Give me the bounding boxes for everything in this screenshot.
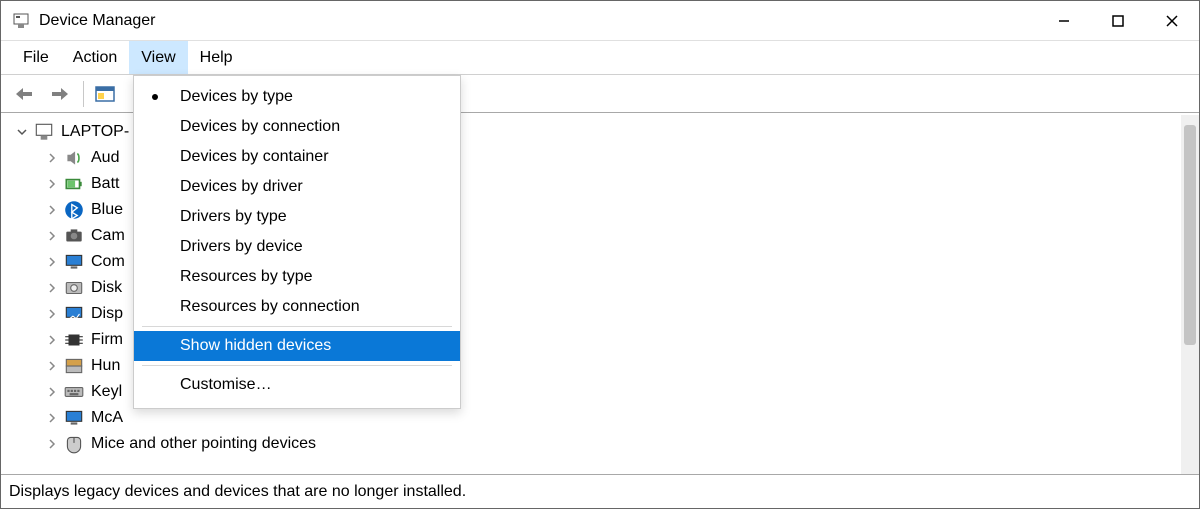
menu-item-label: Resources by type <box>180 268 313 286</box>
chevron-right-icon[interactable] <box>43 305 61 323</box>
tree-item-label: McA <box>91 409 123 427</box>
menu-item-label: Devices by container <box>180 148 329 166</box>
view-dropdown: Devices by type Devices by connection De… <box>133 75 461 409</box>
tree-item-label: Blue <box>91 201 123 219</box>
menu-devices-by-driver[interactable]: Devices by driver <box>134 172 460 202</box>
menu-separator <box>142 365 452 366</box>
monitor-icon <box>63 408 85 428</box>
mouse-icon <box>63 434 85 454</box>
tree-root-label: LAPTOP- <box>61 123 129 141</box>
menu-separator <box>142 326 452 327</box>
chevron-right-icon[interactable] <box>43 227 61 245</box>
chevron-right-icon[interactable] <box>43 201 61 219</box>
show-hide-console-tree-button[interactable] <box>88 79 122 109</box>
chevron-right-icon[interactable] <box>43 435 61 453</box>
title-bar: Device Manager <box>1 1 1199 41</box>
menu-item-label: Devices by driver <box>180 178 303 196</box>
menu-item-label: Resources by connection <box>180 298 360 316</box>
window-title: Device Manager <box>39 12 156 30</box>
menu-drivers-by-device[interactable]: Drivers by device <box>134 232 460 262</box>
menu-item-label: Drivers by type <box>180 208 287 226</box>
monitor-icon <box>63 252 85 272</box>
menu-help[interactable]: Help <box>188 41 245 74</box>
menu-file[interactable]: File <box>11 41 61 74</box>
chip-icon <box>63 330 85 350</box>
bluetooth-icon <box>63 200 85 220</box>
menu-show-hidden-devices[interactable]: Show hidden devices <box>134 331 460 361</box>
menu-item-label: Drivers by device <box>180 238 303 256</box>
chevron-right-icon[interactable] <box>43 357 61 375</box>
hid-icon <box>63 356 85 376</box>
tree-item-label: Hun <box>91 357 120 375</box>
vertical-scrollbar[interactable] <box>1181 115 1199 474</box>
chevron-down-icon[interactable] <box>13 123 31 141</box>
chevron-right-icon[interactable] <box>43 175 61 193</box>
close-button[interactable] <box>1145 1 1199 41</box>
back-button[interactable] <box>7 79 41 109</box>
maximize-button[interactable] <box>1091 1 1145 41</box>
menu-item-label: Show hidden devices <box>180 337 331 355</box>
chevron-right-icon[interactable] <box>43 383 61 401</box>
scrollbar-thumb[interactable] <box>1184 125 1196 345</box>
chevron-right-icon[interactable] <box>43 149 61 167</box>
menu-bar: File Action View Help <box>1 41 1199 75</box>
menu-devices-by-container[interactable]: Devices by container <box>134 142 460 172</box>
tree-item-label: Mice and other pointing devices <box>91 435 316 453</box>
chevron-right-icon[interactable] <box>43 409 61 427</box>
menu-devices-by-type[interactable]: Devices by type <box>134 82 460 112</box>
menu-devices-by-connection[interactable]: Devices by connection <box>134 112 460 142</box>
chevron-right-icon[interactable] <box>43 279 61 297</box>
tree-item-label: Firm <box>91 331 123 349</box>
chevron-right-icon[interactable] <box>43 331 61 349</box>
keyboard-icon <box>63 382 85 402</box>
display-adapter-icon <box>63 304 85 324</box>
chevron-right-icon[interactable] <box>43 253 61 271</box>
tree-item-label: Cam <box>91 227 125 245</box>
status-text: Displays legacy devices and devices that… <box>9 483 466 501</box>
checkmark-icon <box>152 94 158 100</box>
forward-button[interactable] <box>43 79 77 109</box>
menu-item-label: Customise… <box>180 376 272 394</box>
menu-customise[interactable]: Customise… <box>134 370 460 400</box>
tree-item[interactable]: Mice and other pointing devices <box>7 431 1175 457</box>
tree-item-label: Keyl <box>91 383 122 401</box>
speaker-icon <box>63 148 85 168</box>
menu-resources-by-type[interactable]: Resources by type <box>134 262 460 292</box>
tree-item-label: Batt <box>91 175 119 193</box>
tree-item-label: Aud <box>91 149 119 167</box>
tree-item-label: Com <box>91 253 125 271</box>
status-bar: Displays legacy devices and devices that… <box>1 474 1199 508</box>
tree-item-label: Disp <box>91 305 123 323</box>
menu-view[interactable]: View <box>129 41 187 74</box>
app-icon <box>11 11 31 31</box>
menu-item-label: Devices by connection <box>180 118 340 136</box>
toolbar-separator <box>83 81 84 107</box>
tree-item-label: Disk <box>91 279 122 297</box>
menu-drivers-by-type[interactable]: Drivers by type <box>134 202 460 232</box>
minimize-button[interactable] <box>1037 1 1091 41</box>
disk-icon <box>63 278 85 298</box>
menu-action[interactable]: Action <box>61 41 129 74</box>
menu-resources-by-connection[interactable]: Resources by connection <box>134 292 460 322</box>
menu-item-label: Devices by type <box>180 88 293 106</box>
computer-icon <box>33 122 55 142</box>
battery-icon <box>63 174 85 194</box>
camera-icon <box>63 226 85 246</box>
